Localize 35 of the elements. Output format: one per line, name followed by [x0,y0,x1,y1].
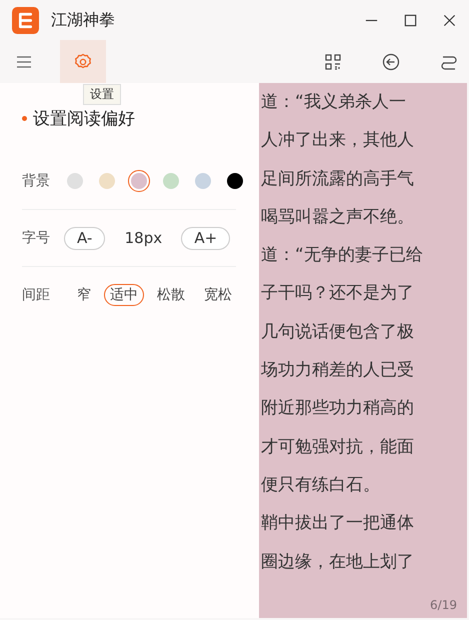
font-size-label: 字号 [22,229,51,247]
spacing-option[interactable]: 宽松 [198,284,238,306]
background-label: 背景 [22,172,51,190]
text-line: 圈边缘，在地上划了 [260,550,415,574]
settings-tooltip: 设置 [83,84,121,105]
maximize-icon[interactable] [403,12,418,28]
text-line: 足间所流露的高手气 [260,168,415,191]
text-line: 喝骂叫嚣之声不绝。 [260,206,415,229]
bullet-dot-icon [22,116,27,121]
grid-icon[interactable] [323,52,343,72]
decrease-font-button[interactable]: A- [64,226,106,250]
text-line: 便只有练白石。 [260,474,381,497]
font-size-value: 18px [124,229,164,247]
close-icon[interactable] [442,12,457,28]
text-line: 才可勉强对抗，能面 [260,436,415,459]
text-line: 鞘中拔出了一把通体 [260,512,415,536]
increase-font-button[interactable]: A+ [181,226,230,250]
spacing-option[interactable]: 适中 [104,284,144,306]
text-line: 人冲了出来，其他人 [260,129,415,152]
back-circle-icon[interactable] [381,52,401,72]
window-title: 江湖神拳 [51,10,115,30]
settings-button[interactable] [60,40,106,83]
page-number: 6/19 [430,598,457,612]
text-line: 子干吗？还不是为了 [260,282,415,306]
spacing-option[interactable]: 窄 [71,284,97,306]
text-line: 道：“无争的妻子已给 [260,244,424,268]
color-swatch[interactable] [128,170,150,192]
text-line: 几句说话便包含了极 [260,320,415,344]
spacing-option[interactable]: 松散 [151,284,191,306]
text-line: 附近那些功力稍高的 [260,397,415,420]
app-logo-icon [12,6,39,34]
panel-heading: 设置阅读偏好 [33,108,135,130]
spacing-label: 间距 [22,286,51,304]
text-line: 道：“我义弟杀人一 [260,91,407,114]
text-line: 场功力稍差的人已受 [260,359,415,382]
